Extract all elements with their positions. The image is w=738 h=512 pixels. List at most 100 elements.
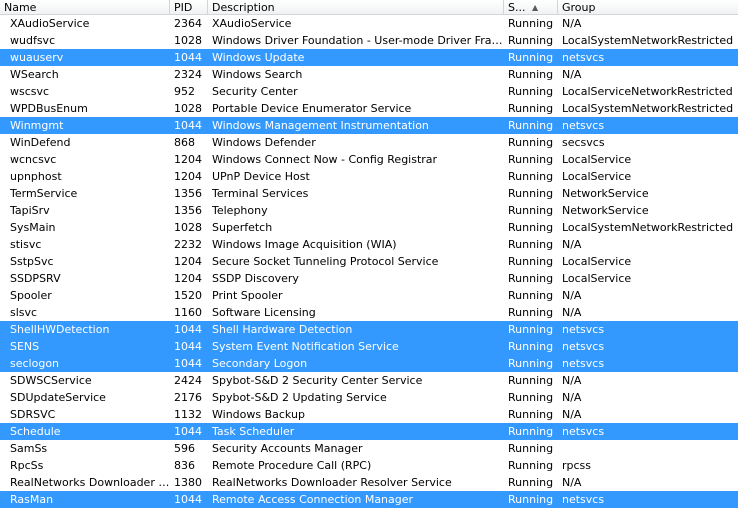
table-row[interactable]: TermService 1356 Terminal Services Running N… xyxy=(0,185,738,202)
cell-description: Spybot-S&D 2 Updating Service xyxy=(212,391,387,404)
cell-group: LocalSystemNetworkRestricted xyxy=(562,221,734,234)
table-row[interactable]: Spooler 1520 Print Spooler Running N/A xyxy=(0,287,738,304)
table-row[interactable]: SENS 1044 System Event Notification Servic… xyxy=(0,338,738,355)
cell-pid: 1204 xyxy=(174,170,202,183)
cell-group: netsvcs xyxy=(562,119,605,132)
cell-status: Running xyxy=(508,459,554,472)
table-row[interactable]: wcncsvc 1204 Windows Connect Now - Config … xyxy=(0,151,738,168)
cell-pid: 1204 xyxy=(174,272,202,285)
table-row[interactable]: SDWSCService 2424 Spybot-S&D 2 Security Ce… xyxy=(0,372,738,389)
cell-group: NetworkService xyxy=(562,204,649,217)
table-row[interactable]: RealNetworks Downloader Re... 1380 RealNet… xyxy=(0,474,738,491)
cell-pid: 1204 xyxy=(174,255,202,268)
cell-name: seclogon xyxy=(10,357,60,370)
cell-name: SamSs xyxy=(10,442,48,455)
cell-name: ShellHWDetection xyxy=(10,323,110,336)
cell-status: Running xyxy=(508,493,554,506)
cell-name: XAudioService xyxy=(10,17,90,30)
cell-pid: 1520 xyxy=(174,289,202,302)
table-row[interactable]: wudfsvc 1028 Windows Driver Foundation - U… xyxy=(0,32,738,49)
table-row[interactable]: seclogon 1044 Secondary Logon Running netsvc… xyxy=(0,355,738,372)
table-row[interactable]: RasMan 1044 Remote Access Connection Manag… xyxy=(0,491,738,508)
column-header-label: Name xyxy=(4,1,37,14)
cell-pid: 1028 xyxy=(174,102,202,115)
cell-name: wscsvc xyxy=(10,85,50,98)
cell-description: Superfetch xyxy=(212,221,273,234)
table-row[interactable]: SSDPSRV 1204 SSDP Discovery Running LocalSer… xyxy=(0,270,738,287)
cell-status: Running xyxy=(508,306,554,319)
table-row[interactable]: SstpSvc 1204 Secure Socket Tunneling Proto… xyxy=(0,253,738,270)
sort-ascending-icon: ▲ xyxy=(532,3,539,12)
cell-description: Portable Device Enumerator Service xyxy=(212,102,412,115)
cell-description: RealNetworks Downloader Resolver Service xyxy=(212,476,452,489)
cell-pid: 1044 xyxy=(174,425,202,438)
column-header-name[interactable]: Name xyxy=(0,0,170,15)
cell-group: rpcss xyxy=(562,459,592,472)
cell-pid: 1356 xyxy=(174,187,202,200)
column-header-group[interactable]: Group xyxy=(558,0,738,15)
table-row[interactable]: ShellHWDetection 1044 Shell Hardware Detec… xyxy=(0,321,738,338)
cell-name: RpcSs xyxy=(10,459,44,472)
cell-description: Windows Search xyxy=(212,68,303,81)
table-row[interactable]: XAudioService 2364 XAudioService Running N/A xyxy=(0,15,738,32)
table-row[interactable]: WSearch 2324 Windows Search Running N/A xyxy=(0,66,738,83)
cell-description: Windows Connect Now - Config Registrar xyxy=(212,153,438,166)
cell-status: Running xyxy=(508,170,554,183)
services-list[interactable]: Name PID Description S... ▲ Group XAudioS… xyxy=(0,0,738,512)
table-row[interactable]: Winmgmt 1044 Windows Management Instrument… xyxy=(0,117,738,134)
cell-status: Running xyxy=(508,408,554,421)
cell-status: Running xyxy=(508,119,554,132)
table-row[interactable]: SDUpdateService 2176 Spybot-S&D 2 Updating… xyxy=(0,389,738,406)
cell-status: Running xyxy=(508,374,554,387)
cell-name: SSDPSRV xyxy=(10,272,61,285)
table-row[interactable]: RpcSs 836 Remote Procedure Call (RPC) Runni… xyxy=(0,457,738,474)
cell-pid: 1356 xyxy=(174,204,202,217)
cell-name: WSearch xyxy=(10,68,59,81)
table-row[interactable]: SDRSVC 1132 Windows Backup Running N/A xyxy=(0,406,738,423)
cell-group: N/A xyxy=(562,17,582,30)
cell-description: Remote Procedure Call (RPC) xyxy=(212,459,372,472)
cell-description: Windows Backup xyxy=(212,408,305,421)
cell-description: Secondary Logon xyxy=(212,357,308,370)
table-row[interactable]: slsvc 1160 Software Licensing Running N/A xyxy=(0,304,738,321)
cell-group: NetworkService xyxy=(562,187,649,200)
cell-name: upnphost xyxy=(10,170,62,183)
cell-group: netsvcs xyxy=(562,340,605,353)
column-header-label: Description xyxy=(212,1,275,14)
cell-pid: 1044 xyxy=(174,357,202,370)
cell-description: Remote Access Connection Manager xyxy=(212,493,414,506)
cell-name: wudfsvc xyxy=(10,34,56,47)
cell-description: Telephony xyxy=(212,204,268,217)
cell-pid: 2176 xyxy=(174,391,202,404)
table-row[interactable]: stisvc 2232 Windows Image Acquisition (WIA… xyxy=(0,236,738,253)
table-row[interactable]: SysMain 1028 Superfetch Running LocalSystemN… xyxy=(0,219,738,236)
cell-description: System Event Notification Service xyxy=(212,340,399,353)
column-header-pid[interactable]: PID xyxy=(170,0,208,15)
cell-name: Winmgmt xyxy=(10,119,64,132)
cell-group: N/A xyxy=(562,238,582,251)
table-row[interactable]: Schedule 1044 Task Scheduler Running netsvcs xyxy=(0,423,738,440)
table-row[interactable]: upnphost 1204 UPnP Device Host Running Local… xyxy=(0,168,738,185)
table-row[interactable]: WPDBusEnum 1028 Portable Device Enumerator… xyxy=(0,100,738,117)
cell-group: N/A xyxy=(562,68,582,81)
table-row[interactable]: WinDefend 868 Windows Defender Running secsv… xyxy=(0,134,738,151)
cell-status: Running xyxy=(508,153,554,166)
cell-description: Windows Driver Foundation - User-mode Dr… xyxy=(212,34,504,47)
cell-name: Schedule xyxy=(10,425,61,438)
cell-group: secsvcs xyxy=(562,136,605,149)
column-header-status[interactable]: S... ▲ xyxy=(504,0,558,15)
table-row[interactable]: wscsvc 952 Security Center Running LocalServ… xyxy=(0,83,738,100)
cell-pid: 1204 xyxy=(174,153,202,166)
cell-pid: 2364 xyxy=(174,17,202,30)
table-row[interactable]: SamSs 596 Security Accounts Manager Running xyxy=(0,440,738,457)
cell-group: LocalService xyxy=(562,170,632,183)
cell-group: LocalSystemNetworkRestricted xyxy=(562,102,734,115)
cell-name: TermService xyxy=(10,187,78,200)
table-row[interactable]: TapiSrv 1356 Telephony Running NetworkServic… xyxy=(0,202,738,219)
table-row[interactable]: wuauserv 1044 Windows Update Running netsvcs xyxy=(0,49,738,66)
cell-description: Windows Management Instrumentation xyxy=(212,119,429,132)
cell-pid: 1028 xyxy=(174,221,202,234)
cell-pid: 1132 xyxy=(174,408,202,421)
cell-status: Running xyxy=(508,442,554,455)
column-header-description[interactable]: Description xyxy=(208,0,504,15)
